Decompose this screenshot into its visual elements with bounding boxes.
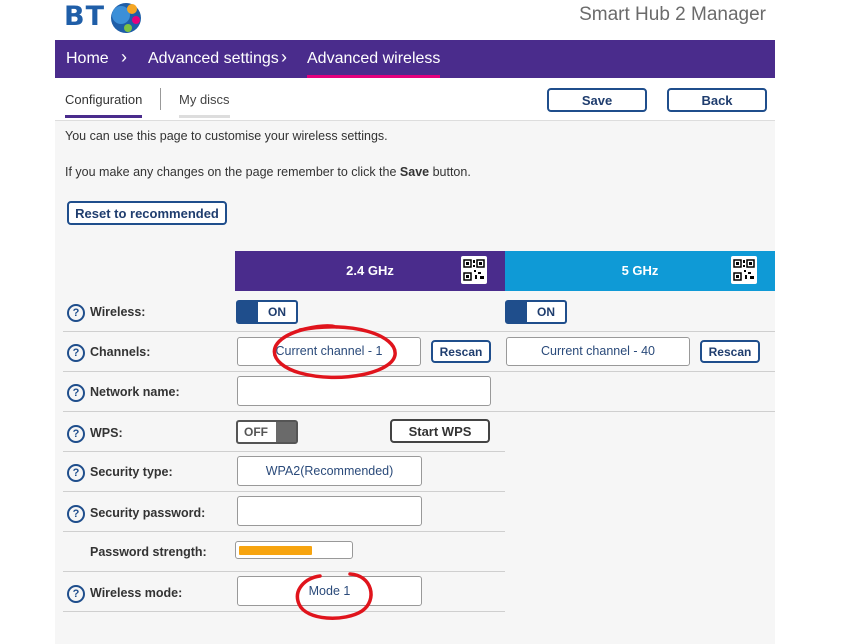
row-divider xyxy=(63,331,775,332)
nav-advanced-settings[interactable]: Advanced settings xyxy=(148,49,279,75)
nav-advanced-wireless[interactable]: Advanced wireless xyxy=(307,49,441,78)
password-strength-meter xyxy=(235,541,353,559)
wireless-mode-select[interactable]: Mode 1 xyxy=(237,576,422,606)
help-icon[interactable]: ? xyxy=(67,464,85,482)
wireless-24-toggle[interactable]: ON xyxy=(236,300,298,324)
password-strength-fill xyxy=(239,546,312,555)
security-password-label: Security password: xyxy=(90,506,206,520)
chevron-right-icon: › xyxy=(281,47,287,67)
help-icon[interactable]: ? xyxy=(67,304,85,322)
password-strength-label: Password strength: xyxy=(90,545,207,559)
row-divider xyxy=(63,611,505,612)
chevron-right-icon: › xyxy=(121,47,127,67)
row-divider xyxy=(63,531,505,532)
row-divider xyxy=(63,491,505,492)
wireless-mode-label: Wireless mode: xyxy=(90,586,183,600)
wps-state: OFF xyxy=(244,425,268,439)
help-icon[interactable]: ? xyxy=(67,425,85,443)
rescan-24-button[interactable]: Rescan xyxy=(431,340,491,363)
wireless-5-toggle[interactable]: ON xyxy=(505,300,567,324)
channels-label: Channels: xyxy=(90,345,151,359)
wireless-label: Wireless: xyxy=(90,305,146,319)
tab-my-discs[interactable]: My discs xyxy=(179,92,230,118)
row-divider xyxy=(63,451,505,452)
rescan-5-button[interactable]: Rescan xyxy=(700,340,760,363)
help-icon[interactable]: ? xyxy=(67,505,85,523)
security-type-select[interactable]: WPA2(Recommended) xyxy=(237,456,422,486)
channel-24-select[interactable]: Current channel - 1 xyxy=(237,337,421,366)
help-icon[interactable]: ? xyxy=(67,585,85,603)
row-divider xyxy=(63,371,775,372)
wps-toggle[interactable]: OFF xyxy=(236,420,298,444)
row-divider xyxy=(63,571,505,572)
band-header-24ghz: 2.4 GHz xyxy=(235,251,505,291)
logo-text: BT xyxy=(64,1,105,32)
channel-5-select[interactable]: Current channel - 40 xyxy=(506,337,690,366)
wireless-5-state: ON xyxy=(537,305,555,319)
back-button[interactable]: Back xyxy=(667,88,767,112)
help-icon[interactable]: ? xyxy=(67,384,85,402)
toggle-knob xyxy=(507,302,527,322)
security-password-input[interactable] xyxy=(237,496,422,526)
help-icon[interactable]: ? xyxy=(67,344,85,362)
row-divider xyxy=(63,411,775,412)
tab-divider xyxy=(160,88,161,110)
tab-configuration[interactable]: Configuration xyxy=(65,92,143,118)
intro-text-2: If you make any changes on the page reme… xyxy=(65,165,471,179)
wps-label: WPS: xyxy=(90,426,123,440)
band-header-5ghz: 5 GHz xyxy=(505,251,775,291)
breadcrumb-nav: Home › Advanced settings › Advanced wire… xyxy=(55,40,775,78)
app-title: Smart Hub 2 Manager xyxy=(579,4,766,25)
reset-to-recommended-button[interactable]: Reset to recommended xyxy=(67,201,227,225)
network-name-label: Network name: xyxy=(90,385,180,399)
nav-home[interactable]: Home xyxy=(66,49,109,75)
toggle-knob xyxy=(276,422,296,442)
save-button[interactable]: Save xyxy=(547,88,647,112)
qr-code-icon[interactable] xyxy=(461,256,487,284)
qr-code-icon[interactable] xyxy=(731,256,757,284)
bt-globe-icon xyxy=(111,3,141,33)
wireless-24-state: ON xyxy=(268,305,286,319)
security-type-label: Security type: xyxy=(90,465,173,479)
intro-text-1: You can use this page to customise your … xyxy=(65,129,388,143)
start-wps-button[interactable]: Start WPS xyxy=(390,419,490,443)
toggle-knob xyxy=(238,302,258,322)
bt-logo: BT xyxy=(64,2,154,36)
network-name-input[interactable] xyxy=(237,376,491,406)
